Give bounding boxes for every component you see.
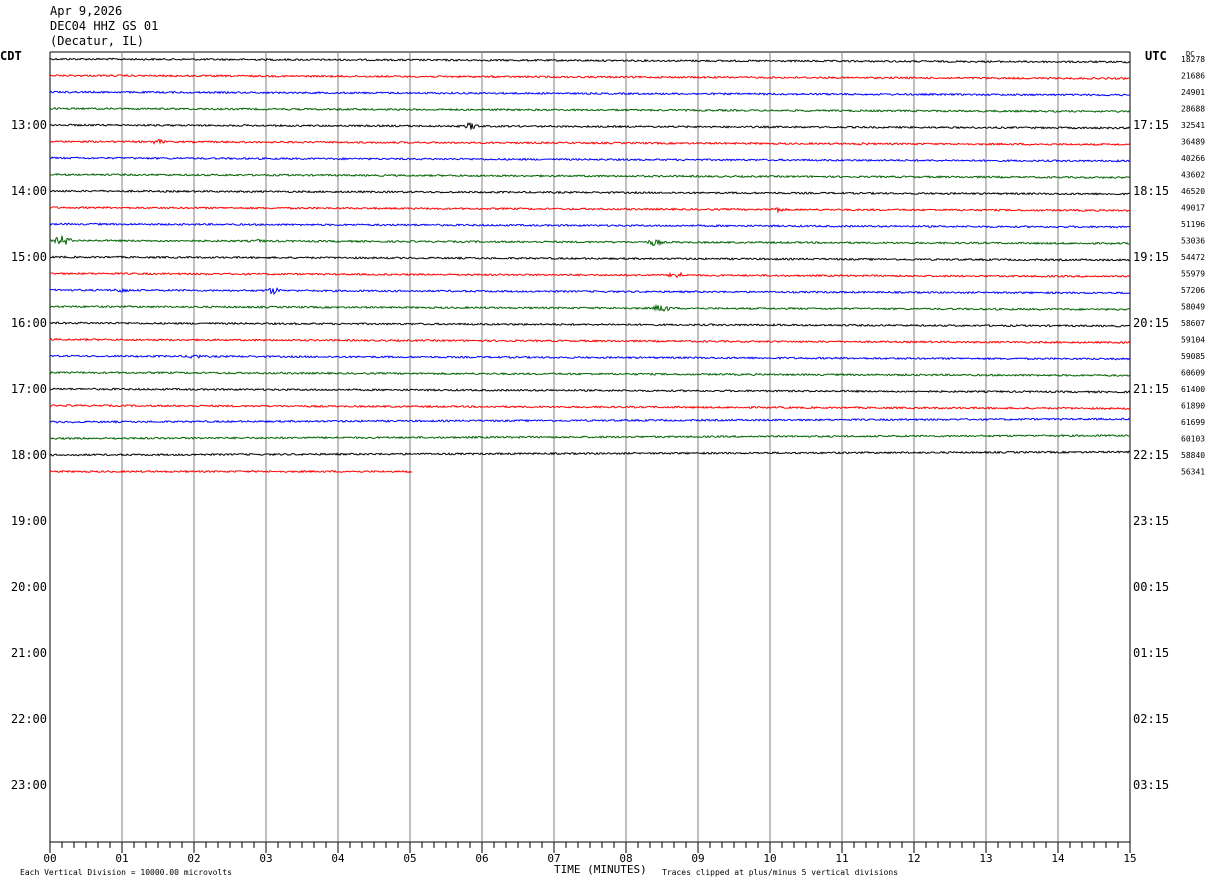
hour-label-utc: 02:15 <box>1133 712 1169 726</box>
hour-label-cdt: 14:00 <box>11 184 47 198</box>
trace-row-21 <box>49 404 1131 411</box>
hour-label-cdt: 13:00 <box>11 118 47 132</box>
dc-offset-label: 58840 <box>1181 451 1205 460</box>
hour-label-utc: 19:15 <box>1133 250 1169 264</box>
trace-row-13 <box>49 271 1131 279</box>
trace-row-8 <box>49 189 1131 196</box>
dc-offset-label: 21686 <box>1181 72 1205 81</box>
dc-offset-label: 55979 <box>1181 270 1205 279</box>
dc-offset-label: 59085 <box>1181 352 1205 361</box>
dc-offset-label: 51196 <box>1181 220 1205 229</box>
traces <box>49 57 1131 474</box>
hour-label-cdt: 18:00 <box>11 448 47 462</box>
hour-label-cdt: 16:00 <box>11 316 47 330</box>
hour-label-cdt: 20:00 <box>11 580 47 594</box>
dc-offset-label: 58049 <box>1181 303 1205 312</box>
clip-note: Traces clipped at plus/minus 5 vertical … <box>662 868 898 877</box>
trace-row-14 <box>49 287 1131 296</box>
hour-label-cdt: 23:00 <box>11 778 47 792</box>
labels: CDT UTC DC Each Vertical Division = 1000… <box>0 49 1205 877</box>
dc-offset-label: 60103 <box>1181 435 1205 444</box>
x-tick-label: 10 <box>763 852 776 865</box>
trace-row-22 <box>49 417 1131 424</box>
dc-offset-label: 32541 <box>1181 121 1205 130</box>
hour-label-utc: 21:15 <box>1133 382 1169 396</box>
scale-note: Each Vertical Division = 10000.00 microv… <box>20 868 232 877</box>
trace-row-25 <box>49 469 413 474</box>
hour-label-utc: 22:15 <box>1133 448 1169 462</box>
dc-offset-label: 49017 <box>1181 204 1205 213</box>
x-tick-label: 13 <box>979 852 992 865</box>
trace-row-7 <box>49 172 1131 180</box>
trace-row-2 <box>49 90 1131 97</box>
dc-offset-label: 43602 <box>1181 171 1205 180</box>
trace-row-24 <box>49 450 1131 457</box>
x-tick-label: 07 <box>547 852 560 865</box>
x-tick-label: 02 <box>187 852 200 865</box>
trace-row-19 <box>49 371 1131 377</box>
dc-offset-label: 18278 <box>1181 55 1205 64</box>
hour-label-utc: 20:15 <box>1133 316 1169 330</box>
x-tick-label: 00 <box>43 852 56 865</box>
dc-offset-label: 46520 <box>1181 187 1205 196</box>
hour-label-utc: 18:15 <box>1133 184 1169 198</box>
trace-row-16 <box>49 321 1131 328</box>
trace-row-12 <box>49 255 1131 262</box>
x-axis-title: TIME (MINUTES) <box>554 863 647 876</box>
trace-row-3 <box>49 107 1131 114</box>
trace-row-11 <box>49 235 1131 247</box>
x-tick-label: 01 <box>115 852 128 865</box>
hour-label-utc: 00:15 <box>1133 580 1169 594</box>
hour-label-cdt: 19:00 <box>11 514 47 528</box>
dc-offset-label: 59104 <box>1181 336 1205 345</box>
trace-row-17 <box>49 337 1131 345</box>
x-tick-label: 14 <box>1051 852 1065 865</box>
x-tick-label: 04 <box>331 852 345 865</box>
hour-label-cdt: 15:00 <box>11 250 47 264</box>
dc-offset-label: 58607 <box>1181 319 1205 328</box>
trace-row-1 <box>49 73 1131 80</box>
dc-offset-label: 57206 <box>1181 286 1205 295</box>
hour-label-cdt: 21:00 <box>11 646 47 660</box>
dc-offset-label: 61400 <box>1181 385 1205 394</box>
x-tick-label: 15 <box>1123 852 1136 865</box>
x-tick-label: 05 <box>403 852 416 865</box>
dc-offset-label: 61699 <box>1181 418 1205 427</box>
helicorder-chart: CDT UTC DC Each Vertical Division = 1000… <box>0 49 1205 877</box>
dc-offset-label: 28688 <box>1181 105 1205 114</box>
hour-label-utc: 03:15 <box>1133 778 1169 792</box>
dc-offset-label: 40266 <box>1181 154 1205 163</box>
hour-label-cdt: 17:00 <box>11 382 47 396</box>
right-zone-label: UTC <box>1145 49 1167 63</box>
left-zone-label: CDT <box>0 49 22 63</box>
dc-offset-label: 53036 <box>1181 237 1205 246</box>
trace-row-5 <box>49 138 1131 146</box>
trace-row-6 <box>49 156 1131 163</box>
dc-offset-label: 56341 <box>1181 468 1205 477</box>
trace-row-10 <box>49 222 1131 229</box>
x-tick-label: 08 <box>619 852 632 865</box>
x-tick-label: 06 <box>475 852 488 865</box>
hour-label-cdt: 22:00 <box>11 712 47 726</box>
trace-row-4 <box>49 122 1131 130</box>
dc-offset-label: 36489 <box>1181 138 1205 147</box>
trace-row-9 <box>49 206 1131 214</box>
hour-label-utc: 17:15 <box>1133 118 1169 132</box>
dc-offset-label: 54472 <box>1181 253 1205 262</box>
trace-row-15 <box>49 303 1131 312</box>
hour-label-utc: 01:15 <box>1133 646 1169 660</box>
trace-row-0 <box>49 57 1131 64</box>
x-tick-label: 09 <box>691 852 704 865</box>
x-tick-label: 11 <box>835 852 848 865</box>
dc-offset-label: 60609 <box>1181 369 1205 378</box>
trace-row-23 <box>49 434 1131 441</box>
dc-offset-label: 24901 <box>1181 88 1205 97</box>
trace-row-20 <box>49 387 1131 394</box>
trace-row-18 <box>49 354 1131 361</box>
x-tick-label: 12 <box>907 852 920 865</box>
hour-label-utc: 23:15 <box>1133 514 1169 528</box>
dc-offset-label: 61890 <box>1181 402 1205 411</box>
x-tick-label: 03 <box>259 852 272 865</box>
